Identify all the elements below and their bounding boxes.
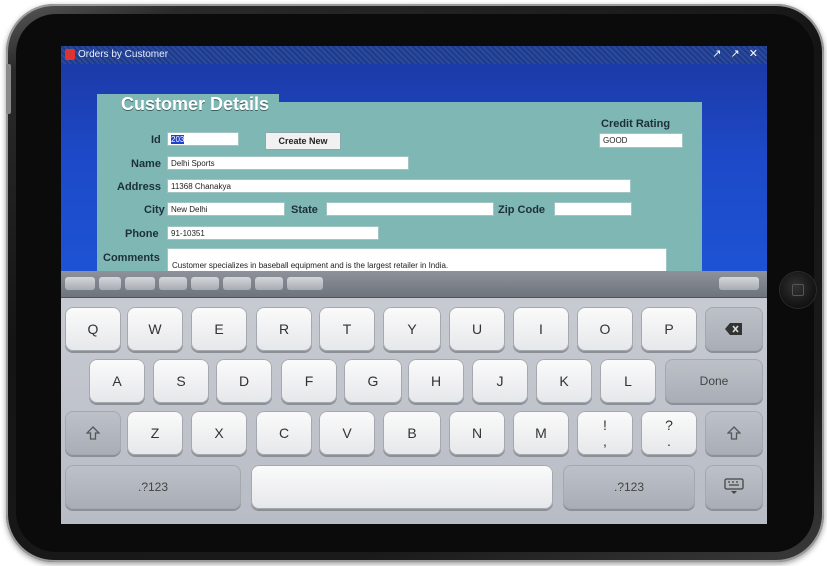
home-button[interactable] bbox=[780, 272, 816, 308]
done-key[interactable]: Done bbox=[665, 359, 763, 403]
key-v[interactable]: V bbox=[319, 411, 375, 455]
app-icon bbox=[65, 49, 75, 60]
key-e[interactable]: E bbox=[191, 307, 247, 351]
shift-key-left[interactable] bbox=[65, 411, 121, 455]
key-w[interactable]: W bbox=[127, 307, 183, 351]
onscreen-keyboard: Q W E R T Y U I O P A S D F G H J K L Do… bbox=[61, 271, 767, 524]
address-field[interactable]: 11368 Chanakya bbox=[167, 179, 631, 193]
key-y[interactable]: Y bbox=[383, 307, 441, 351]
hide-keyboard-key[interactable] bbox=[705, 465, 763, 509]
numbers-key-right[interactable]: .?123 bbox=[563, 465, 695, 509]
key-t[interactable]: T bbox=[319, 307, 375, 351]
space-bar[interactable] bbox=[251, 465, 553, 509]
id-field[interactable]: 203 bbox=[167, 132, 239, 146]
accessory-key[interactable] bbox=[65, 277, 95, 290]
shift-icon bbox=[726, 426, 742, 440]
name-label: Name bbox=[131, 158, 161, 170]
backspace-icon bbox=[725, 323, 742, 335]
city-label: City bbox=[144, 204, 165, 216]
keyboard-hide-icon bbox=[724, 478, 744, 494]
key-f[interactable]: F bbox=[281, 359, 337, 403]
zip-label: Zip Code bbox=[498, 204, 546, 216]
accessory-key[interactable] bbox=[99, 277, 121, 290]
key-question-top: ? bbox=[665, 417, 673, 433]
screen: Orders by Customer ↗ ↗ ✕ Customer Detail… bbox=[61, 46, 767, 524]
key-z[interactable]: Z bbox=[127, 411, 183, 455]
accessory-key[interactable] bbox=[719, 277, 759, 290]
state-field[interactable] bbox=[326, 202, 494, 216]
credit-rating-field[interactable]: GOOD bbox=[599, 133, 683, 148]
key-o[interactable]: O bbox=[577, 307, 633, 351]
shift-key-right[interactable] bbox=[705, 411, 763, 455]
numbers-key-left[interactable]: .?123 bbox=[65, 465, 241, 509]
key-j[interactable]: J bbox=[472, 359, 528, 403]
city-field[interactable]: New Delhi bbox=[167, 202, 285, 216]
create-new-button[interactable]: Create New bbox=[265, 132, 341, 150]
backspace-key[interactable] bbox=[705, 307, 763, 351]
keyboard-accessory-bar bbox=[61, 271, 767, 298]
key-exclamation-top: ! bbox=[603, 417, 607, 433]
accessory-key[interactable] bbox=[255, 277, 283, 290]
credit-rating-label: Credit Rating bbox=[601, 118, 671, 130]
id-value: 203 bbox=[171, 135, 185, 144]
accessory-key[interactable] bbox=[159, 277, 187, 290]
key-p[interactable]: P bbox=[641, 307, 697, 351]
key-x[interactable]: X bbox=[191, 411, 247, 455]
comments-label: Comments bbox=[103, 252, 160, 264]
key-u[interactable]: U bbox=[449, 307, 505, 351]
key-g[interactable]: G bbox=[344, 359, 402, 403]
accessory-key[interactable] bbox=[223, 277, 251, 290]
key-r[interactable]: R bbox=[256, 307, 312, 351]
key-c[interactable]: C bbox=[256, 411, 312, 455]
zip-field[interactable] bbox=[554, 202, 632, 216]
key-question[interactable]: ? . bbox=[641, 411, 697, 455]
key-i[interactable]: I bbox=[513, 307, 569, 351]
key-l[interactable]: L bbox=[600, 359, 656, 403]
side-button bbox=[6, 64, 11, 114]
phone-field[interactable]: 91-10351 bbox=[167, 226, 379, 240]
form-area: Customer Details Id 203 Create New Credi… bbox=[61, 64, 767, 302]
key-n[interactable]: N bbox=[449, 411, 505, 455]
key-s[interactable]: S bbox=[153, 359, 209, 403]
window-title: Orders by Customer bbox=[78, 49, 169, 60]
accessory-key[interactable] bbox=[191, 277, 219, 290]
panel-title: Customer Details bbox=[121, 94, 270, 114]
accessory-key[interactable] bbox=[287, 277, 323, 290]
state-label: State bbox=[291, 204, 318, 216]
shift-icon bbox=[85, 426, 101, 440]
id-label: Id bbox=[151, 134, 161, 146]
key-exclamation-bottom: , bbox=[603, 433, 607, 449]
key-exclamation[interactable]: ! , bbox=[577, 411, 633, 455]
key-m[interactable]: M bbox=[513, 411, 569, 455]
key-k[interactable]: K bbox=[536, 359, 592, 403]
key-h[interactable]: H bbox=[408, 359, 464, 403]
address-label: Address bbox=[117, 181, 162, 193]
window-titlebar[interactable]: Orders by Customer ↗ ↗ ✕ bbox=[61, 46, 767, 64]
key-question-bottom: . bbox=[667, 433, 671, 449]
accessory-key[interactable] bbox=[125, 277, 155, 290]
key-d[interactable]: D bbox=[216, 359, 272, 403]
phone-label: Phone bbox=[125, 228, 159, 240]
key-q[interactable]: Q bbox=[65, 307, 121, 351]
window-controls[interactable]: ↗ ↗ ✕ bbox=[712, 47, 761, 60]
name-field[interactable]: Delhi Sports bbox=[167, 156, 409, 170]
key-b[interactable]: B bbox=[383, 411, 441, 455]
key-a[interactable]: A bbox=[89, 359, 145, 403]
